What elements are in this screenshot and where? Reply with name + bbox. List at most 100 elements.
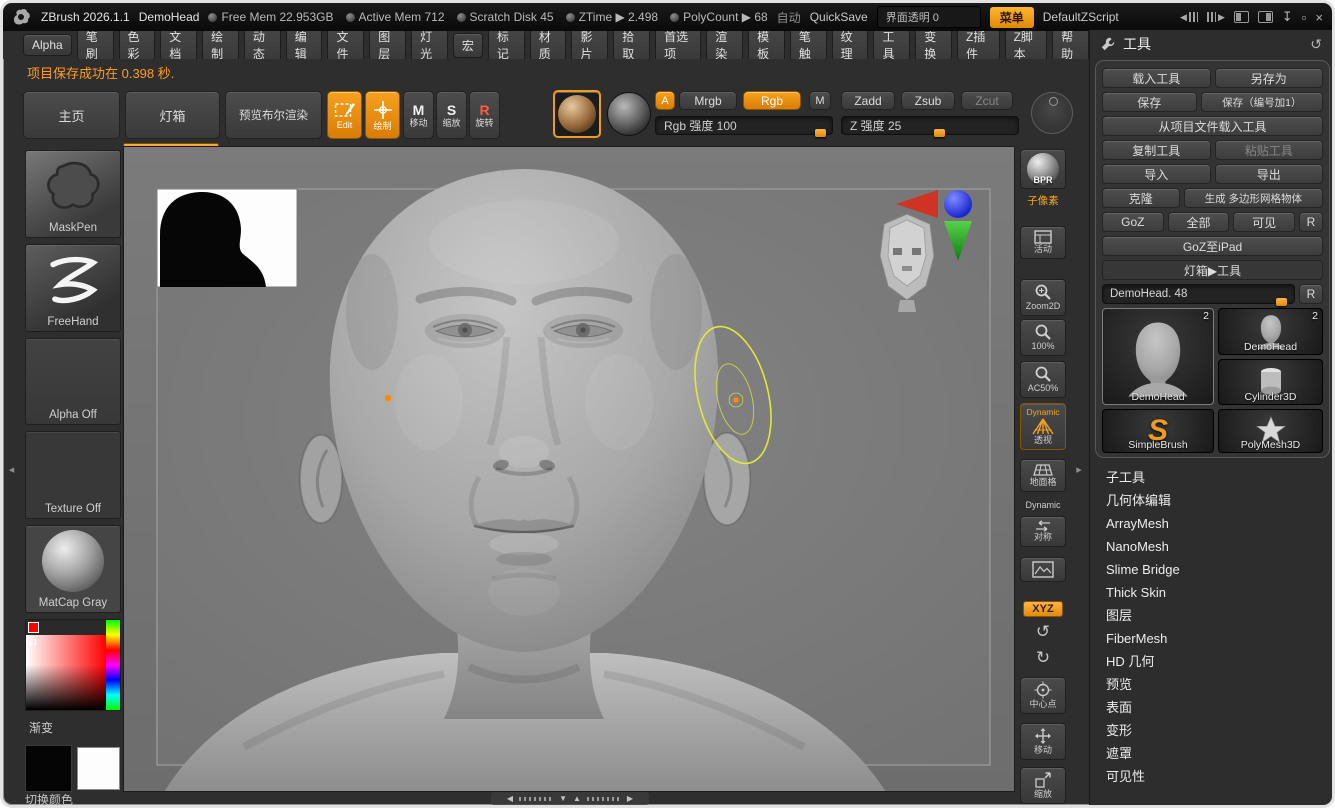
menu-button[interactable]: 菜单 xyxy=(990,7,1034,28)
active-tool-slider[interactable]: DemoHead. 48 xyxy=(1102,284,1295,304)
save-increment-button[interactable]: 保存（编号加1） xyxy=(1201,92,1323,112)
make-polymesh-button[interactable]: 生成 多边形网格物体 xyxy=(1184,188,1323,208)
subpalette-item-4[interactable]: Slime Bridge xyxy=(1090,558,1332,581)
zadd-button[interactable]: Zadd xyxy=(841,91,895,110)
maximize-button[interactable]: ▫ xyxy=(1302,10,1307,25)
subpalette-item-8[interactable]: HD 几何 xyxy=(1090,650,1332,673)
goz-ipad-button[interactable]: GoZ至iPad xyxy=(1102,236,1323,256)
zoom2d-button[interactable]: Zoom2D xyxy=(1020,279,1066,316)
goz-button[interactable]: GoZ xyxy=(1102,212,1164,232)
menu-item-22[interactable]: Z插件 xyxy=(957,31,1000,59)
viewport-canvas[interactable] xyxy=(123,146,1015,792)
subpalette-item-1[interactable]: 几何体编辑 xyxy=(1090,489,1332,512)
subpalette-item-0[interactable]: 子工具 xyxy=(1090,466,1332,489)
color-swatch-white[interactable] xyxy=(77,747,120,790)
home-button[interactable]: 主页 xyxy=(23,91,120,139)
menu-item-0[interactable]: Alpha xyxy=(23,34,72,56)
color-picker[interactable] xyxy=(25,619,121,711)
subpalette-item-3[interactable]: NanoMesh xyxy=(1090,535,1332,558)
edit-button[interactable]: Edit xyxy=(327,91,362,139)
mrgb-button[interactable]: Mrgb xyxy=(679,91,737,110)
color-swatch-black[interactable] xyxy=(25,745,72,792)
actual-button[interactable]: 活动 xyxy=(1020,226,1066,259)
tool-thumbnail-demohead[interactable]: 2 DemoHead xyxy=(1218,308,1323,355)
menu-item-10[interactable]: 宏 xyxy=(453,33,483,58)
close-button[interactable]: × xyxy=(1315,10,1323,25)
lightbox-tool-button[interactable]: 灯箱▶工具 xyxy=(1102,260,1323,280)
scale-3d-button[interactable]: 缩放 xyxy=(1020,767,1066,804)
minimize-button[interactable]: ↧ xyxy=(1282,9,1293,25)
ui-transparency-slider[interactable]: 界面透明 0 xyxy=(877,6,981,28)
active-tool-thumbnail[interactable]: 2 DemoHead xyxy=(1102,308,1214,405)
material-preview[interactable] xyxy=(553,90,601,138)
rotate-button[interactable]: R 旋转 xyxy=(469,91,500,139)
menu-item-14[interactable]: 拾取 xyxy=(613,31,650,59)
preview-boolean-button[interactable]: 预览布尔渲染 xyxy=(225,91,322,139)
z-intensity-slider[interactable]: Z 强度 25 xyxy=(841,116,1019,135)
menu-item-24[interactable]: 帮助 xyxy=(1052,31,1089,59)
copy-tool-button[interactable]: 复制工具 xyxy=(1102,140,1211,160)
menu-item-20[interactable]: 工具 xyxy=(873,31,910,59)
save-button[interactable]: 保存 xyxy=(1102,92,1197,112)
ac50-button[interactable]: AC50% xyxy=(1020,361,1066,398)
menu-item-19[interactable]: 纹理 xyxy=(832,31,869,59)
divider-arrow-right[interactable]: ▸ xyxy=(1069,146,1089,792)
quicksave-button[interactable]: QuickSave xyxy=(810,10,868,24)
tool-thumbnail-polymesh3d[interactable]: PolyMesh3D xyxy=(1218,409,1323,453)
subpalette-item-12[interactable]: 遮罩 xyxy=(1090,742,1332,765)
frame-button[interactable] xyxy=(1020,557,1066,582)
divider-arrow-left[interactable]: ◂ xyxy=(3,146,20,792)
texture-thumbnail[interactable]: Texture Off xyxy=(25,431,121,519)
active-tool-slider-handle[interactable] xyxy=(1276,298,1287,306)
move-3d-button[interactable]: 移动 xyxy=(1020,723,1066,760)
stroke-thumbnail[interactable]: FreeHand xyxy=(25,244,121,332)
goz-visible-button[interactable]: 可见 xyxy=(1233,212,1295,232)
menu-item-13[interactable]: 影片 xyxy=(571,31,608,59)
subpalette-item-2[interactable]: ArrayMesh xyxy=(1090,512,1332,535)
zsub-button[interactable]: Zsub xyxy=(901,91,955,110)
goz-all-button[interactable]: 全部 xyxy=(1168,212,1230,232)
move-button[interactable]: M 移动 xyxy=(403,91,434,139)
menu-item-11[interactable]: 标记 xyxy=(488,31,525,59)
saturation-square[interactable] xyxy=(26,635,106,710)
gradient-label[interactable]: 渐变 xyxy=(25,719,123,736)
import-button[interactable]: 导入 xyxy=(1102,164,1211,184)
floor-grid-button[interactable]: 地面格 xyxy=(1020,459,1066,492)
a-button[interactable]: A xyxy=(655,91,675,110)
menu-item-7[interactable]: 文件 xyxy=(327,31,364,59)
menu-item-9[interactable]: 灯光 xyxy=(411,31,448,59)
menu-item-18[interactable]: 笔触 xyxy=(790,31,827,59)
export-button[interactable]: 导出 xyxy=(1215,164,1324,184)
spin-cw-button[interactable]: ↻ xyxy=(1020,649,1066,666)
menu-item-6[interactable]: 编辑 xyxy=(286,31,323,59)
material-thumbnail[interactable]: MatCap Gray xyxy=(25,525,121,613)
secondary-material-sphere[interactable] xyxy=(607,92,651,136)
clone-button[interactable]: 克隆 xyxy=(1102,188,1180,208)
local-symmetry-button[interactable]: 对称 xyxy=(1020,516,1066,547)
rgb-intensity-slider[interactable]: Rgb 强度 100 xyxy=(655,116,833,135)
subpalette-item-7[interactable]: FiberMesh xyxy=(1090,627,1332,650)
lightbox-button[interactable]: 灯箱 xyxy=(125,91,220,139)
brush-thumbnail[interactable]: MaskPen xyxy=(25,150,121,238)
menu-item-3[interactable]: 文档 xyxy=(160,31,197,59)
slider-r-button[interactable]: R xyxy=(1299,284,1323,304)
menu-item-23[interactable]: Z脚本 xyxy=(1005,31,1048,59)
refresh-icon[interactable]: ↺ xyxy=(1310,36,1322,53)
spix-label[interactable]: 子像素 xyxy=(1020,193,1066,208)
current-color-swatch[interactable] xyxy=(28,622,39,633)
scroll-right-button[interactable]: ▶ xyxy=(1207,12,1225,23)
subpalette-item-10[interactable]: 表面 xyxy=(1090,696,1332,719)
subpalette-item-13[interactable]: 可见性 xyxy=(1090,765,1332,788)
subpalette-item-6[interactable]: 图层 xyxy=(1090,604,1332,627)
save-as-button[interactable]: 另存为 xyxy=(1215,68,1324,88)
perspective-button[interactable]: Dynamic 透视 xyxy=(1020,403,1066,450)
m-button[interactable]: M xyxy=(809,91,831,110)
tool-thumbnail-simplebrush[interactable]: S SimpleBrush xyxy=(1102,409,1214,453)
zcut-button[interactable]: Zcut xyxy=(961,91,1013,110)
center-point-button[interactable]: 中心点 xyxy=(1020,677,1066,714)
load-tool-button[interactable]: 载入工具 xyxy=(1102,68,1211,88)
rgb-intensity-handle[interactable] xyxy=(815,129,826,137)
switch-color-label[interactable]: 切换颜色 xyxy=(25,791,73,808)
subpalette-item-11[interactable]: 变形 xyxy=(1090,719,1332,742)
menu-item-1[interactable]: 笔刷 xyxy=(77,31,114,59)
